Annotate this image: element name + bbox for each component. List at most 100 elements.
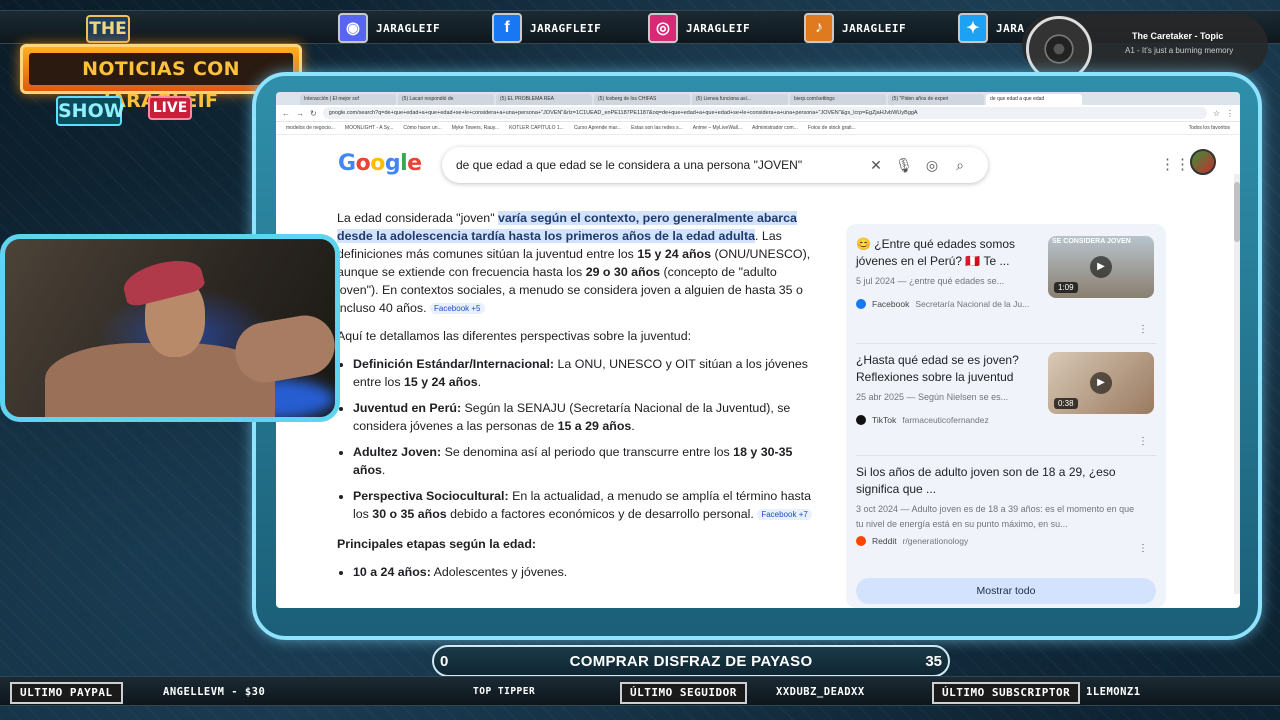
forward-icon[interactable]: →: [296, 109, 304, 118]
social-handle: JARAGLEIF: [686, 21, 751, 35]
google-logo[interactable]: Google: [338, 151, 422, 176]
url-field[interactable]: google.com/search?q=de+que+edad+a+que+ed…: [322, 107, 1207, 119]
browser-tab[interactable]: (5) Lacari respondió de: [398, 94, 494, 105]
discord-icon: ◉: [338, 13, 368, 43]
social-item[interactable]: f JARAGFLEIF: [492, 12, 601, 44]
apps-grid-icon[interactable]: ⋮⋮: [1160, 155, 1190, 173]
item-label: Adultez Joven:: [353, 445, 442, 459]
social-item[interactable]: ♪ JARAGLEIF: [804, 12, 906, 44]
lens-icon[interactable]: ◎: [918, 157, 946, 174]
logo-the: THE: [86, 15, 130, 43]
stage-label: 10 a 24 años:: [353, 565, 431, 579]
item-bold: 30 o 35 años: [372, 507, 447, 521]
webcam-feed: [0, 234, 340, 422]
item-text: debido a factores económicos y de desarr…: [446, 507, 754, 521]
bookmark-item[interactable]: Curso Aprende mar...: [574, 125, 621, 131]
donation-goal-bar: 0 COMPRAR DISFRAZ DE PAYASO 35: [432, 645, 950, 677]
source-card[interactable]: 😊 ¿Entre qué edades somos jóvenes en el …: [856, 236, 1156, 344]
now-playing-title: The Caretaker - Topic: [1132, 31, 1224, 41]
item-text: .: [381, 463, 386, 477]
social-handle: JARAGLEIF: [842, 21, 907, 35]
source-chip[interactable]: Facebook +5: [430, 303, 485, 315]
more-options-icon[interactable]: ⋮: [1138, 436, 1148, 447]
address-bar-row: ← → ↻ google.com/search?q=de+que+edad+a+…: [276, 105, 1240, 122]
last-follower-value: XXDUBZ_DEADXX: [776, 686, 865, 698]
list-item: Definición Estándar/Internacional: La ON…: [353, 355, 812, 391]
social-item[interactable]: ◉ JARAGLEIF: [338, 12, 440, 44]
last-subscriber-label: ÚLTIMO SUBSCRIPTOR: [932, 682, 1081, 704]
card-source: TikTok farmaceuticofernandez: [856, 415, 1156, 425]
bookmark-item[interactable]: Anime – MyLiveWall...: [693, 125, 742, 131]
reload-icon[interactable]: ↻: [310, 109, 317, 118]
card-source-name: Facebook: [872, 299, 910, 309]
menu-icon[interactable]: ⋮: [1226, 109, 1234, 118]
list-item: Perspectiva Sociocultural: En la actuali…: [353, 487, 812, 523]
streamer-arm: [230, 310, 335, 388]
bookmark-item[interactable]: Fotos de stock grati...: [808, 125, 856, 131]
all-bookmarks-item[interactable]: Todos los favoritos: [1189, 125, 1230, 131]
bookmark-item[interactable]: Estas son las redes s...: [631, 125, 683, 131]
last-paypal-label: ULTIMO PAYPAL: [10, 682, 123, 704]
bookmark-item[interactable]: modelos de negocio...: [286, 125, 335, 131]
card-title: Si los años de adulto joven son de 18 a …: [856, 465, 1116, 496]
back-icon[interactable]: ←: [282, 109, 290, 118]
source-chip[interactable]: Facebook +7: [757, 509, 812, 521]
browser-tab[interactable]: (5) Iceberg de los CHIFAS: [594, 94, 690, 105]
show-all-button[interactable]: Mostrar todo: [856, 578, 1156, 604]
list-item: 10 a 24 años: Adolescentes y jóvenes.: [353, 563, 812, 581]
card-date: 25 abr 2025 — Según Nielsen se es...: [856, 392, 1009, 402]
mic-icon[interactable]: 🎙: [890, 157, 918, 174]
item-text: .: [631, 419, 635, 433]
search-box: ✕ 🎙 ◎ ⌕: [442, 147, 988, 183]
search-icon[interactable]: ⌕: [946, 157, 974, 174]
browser-tabs: Interacción | El mejor sof (5) Lacari res…: [276, 92, 1240, 105]
play-icon[interactable]: ▶: [1090, 372, 1112, 394]
browser-tab[interactable]: (5) "Piden años de experi: [888, 94, 984, 105]
star-icon[interactable]: ☆: [1213, 109, 1220, 118]
last-paypal-value: ANGELLEVM - $30: [163, 686, 266, 698]
twitter-icon: ✦: [958, 13, 988, 43]
card-date: 3 oct 2024 — Adulto joven es de 18 a 39 …: [856, 504, 1135, 529]
browser-tab[interactable]: (5) Lienea funciona así...: [692, 94, 788, 105]
more-options-icon[interactable]: ⋮: [1138, 324, 1148, 335]
source-card[interactable]: ¿Hasta qué edad se es joven? Reflexiones…: [856, 346, 1156, 456]
goal-title: COMPRAR DISFRAZ DE PAYASO: [569, 653, 813, 670]
stages-list: 10 a 24 años: Adolescentes y jóvenes.: [353, 563, 812, 581]
answer-text: La edad considerada "joven": [337, 211, 499, 225]
bookmark-item[interactable]: Administrador com...: [752, 125, 798, 131]
browser-tab[interactable]: de que edad a que edad: [986, 94, 1082, 105]
item-label: Definición Estándar/Internacional:: [353, 357, 555, 371]
play-icon[interactable]: ▶: [1090, 256, 1112, 278]
video-duration: 0:38: [1054, 398, 1078, 409]
more-options-icon[interactable]: ⋮: [1138, 543, 1148, 554]
search-input[interactable]: [456, 158, 862, 172]
bookmark-item[interactable]: MOONLIGHT - A Sy...: [345, 125, 393, 131]
video-thumbnail[interactable]: ▶ 0:38: [1048, 352, 1154, 414]
source-card[interactable]: Si los años de adulto joven son de 18 a …: [856, 458, 1156, 562]
clear-icon[interactable]: ✕: [862, 157, 890, 174]
card-source: Reddit r/generationology: [856, 536, 1156, 546]
video-thumbnail[interactable]: SE CONSIDERA JOVEN ▶ 1:09: [1048, 236, 1154, 298]
bookmark-item[interactable]: Cómo hacer un...: [403, 125, 441, 131]
social-item[interactable]: ✦ JARA: [958, 12, 1025, 44]
scrollbar[interactable]: [1234, 174, 1240, 594]
avatar[interactable]: [1190, 149, 1216, 175]
answer-perspectives-intro: Aquí te detallamos las diferentes perspe…: [337, 329, 692, 343]
item-label: Perspectiva Sociocultural:: [353, 489, 509, 503]
bookmark-item[interactable]: KOTLER CAPÍTULO 1...: [509, 125, 564, 131]
perspectives-list: Definición Estándar/Internacional: La ON…: [353, 355, 812, 523]
social-item[interactable]: ◎ JARAGLEIF: [648, 12, 750, 44]
card-author: Secretaría Nacional de la Ju...: [915, 299, 1030, 309]
answer-bold: 29 o 30 años: [585, 265, 661, 279]
scrollbar-thumb[interactable]: [1234, 182, 1240, 242]
bookmark-item[interactable]: Myke Towers, Rauy...: [452, 125, 499, 131]
browser-tab[interactable]: (5) EL PROBLEMA REA: [496, 94, 592, 105]
goal-end: 35: [925, 653, 942, 670]
google-header: Google ✕ 🎙 ◎ ⌕ ⋮⋮: [276, 135, 1240, 197]
browser-tab[interactable]: Interacción | El mejor sof: [300, 94, 396, 105]
browser-tab[interactable]: bierp.com/settings: [790, 94, 886, 105]
item-text: Se denomina así al periodo que transcurr…: [441, 445, 734, 459]
browser-window: Interacción | El mejor sof (5) Lacari res…: [276, 92, 1240, 608]
list-item: Juventud en Perú: Según la SENAJU (Secre…: [353, 399, 812, 435]
social-handle: JARAGFLEIF: [530, 21, 602, 35]
